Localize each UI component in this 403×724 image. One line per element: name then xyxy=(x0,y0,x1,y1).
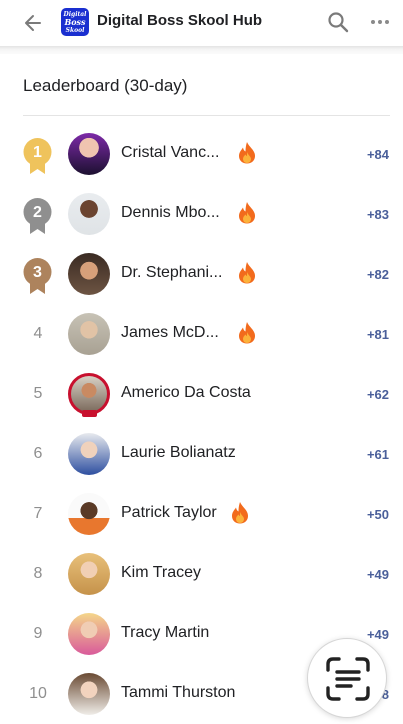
header-divider xyxy=(0,46,403,54)
avatar[interactable] xyxy=(68,493,110,535)
leaderboard-row[interactable]: 6 Laurie Bolianatz +61 xyxy=(0,424,403,484)
points-value: +49 xyxy=(366,567,389,582)
avatar[interactable] xyxy=(68,613,110,655)
fire-icon xyxy=(238,201,256,224)
leaderboard-row[interactable]: 3 Dr. Stephani... +82 xyxy=(0,244,403,304)
leaderboard-row[interactable]: 2 Dennis Mbo... +83 xyxy=(0,184,403,244)
app-logo[interactable]: Digital Boss Skool xyxy=(61,8,89,36)
points-value: +83 xyxy=(366,207,389,222)
avatar[interactable] xyxy=(68,553,110,595)
member-name[interactable]: Kim Tracey xyxy=(121,564,201,582)
rank-number: 1 xyxy=(33,144,42,161)
rank-number: 2 xyxy=(33,204,42,221)
member-name[interactable]: Dr. Stephani... xyxy=(121,264,222,282)
avatar[interactable] xyxy=(68,193,110,235)
rank-number: 3 xyxy=(33,264,42,281)
live-badge xyxy=(82,410,97,417)
scan-text-button[interactable] xyxy=(307,638,387,718)
member-name[interactable]: Dennis Mbo... xyxy=(121,204,220,222)
rank-number: 7 xyxy=(33,505,43,522)
fire-icon xyxy=(238,141,256,164)
leaderboard-row[interactable]: 4 James McD... +81 xyxy=(0,304,403,364)
top-bar: Digital Boss Skool Digital Boss Skool Hu… xyxy=(0,0,403,46)
points-value: +82 xyxy=(366,267,389,282)
member-name[interactable]: Cristal Vanc... xyxy=(121,144,219,162)
search-icon xyxy=(328,12,349,33)
logo-line-2: Boss xyxy=(64,16,86,27)
avatar[interactable] xyxy=(68,313,110,355)
rank-number: 5 xyxy=(33,385,43,402)
points-value: +50 xyxy=(366,507,389,522)
more-horizontal-icon xyxy=(371,20,375,24)
leaderboard-title: Leaderboard (30-day) xyxy=(23,76,188,95)
fire-icon xyxy=(231,501,249,524)
points-value: +81 xyxy=(366,327,389,342)
member-name[interactable]: Tracy Martin xyxy=(121,624,209,642)
more-dot xyxy=(385,20,389,24)
member-name[interactable]: Patrick Taylor xyxy=(121,504,217,522)
rank-number: 4 xyxy=(33,325,43,342)
arrow-left-icon xyxy=(25,15,41,31)
scan-text-icon xyxy=(326,657,370,701)
logo-line-3: Skool xyxy=(65,26,85,34)
leaderboard-row[interactable]: 1 Cristal Vanc... +84 xyxy=(0,124,403,184)
member-name[interactable]: Tammi Thurston xyxy=(121,684,235,702)
member-name[interactable]: Americo Da Costa xyxy=(121,384,251,402)
more-options-button[interactable] xyxy=(367,10,393,34)
more-dot xyxy=(378,20,382,24)
rank-number: 10 xyxy=(29,685,47,702)
points-value: +84 xyxy=(366,147,389,162)
fire-icon xyxy=(238,261,256,284)
avatar[interactable] xyxy=(68,433,110,475)
points-value: +62 xyxy=(366,387,389,402)
title-divider xyxy=(23,115,390,116)
search-button[interactable] xyxy=(326,10,350,34)
leaderboard-row[interactable]: 7 Patrick Taylor +50 xyxy=(0,484,403,544)
leaderboard-row[interactable]: 8 Kim Tracey +49 xyxy=(0,544,403,604)
rank-number: 8 xyxy=(33,565,43,582)
points-value: +49 xyxy=(366,627,389,642)
member-name[interactable]: James McD... xyxy=(121,324,219,342)
fire-icon xyxy=(238,321,256,344)
points-value: +61 xyxy=(366,447,389,462)
rank-number: 9 xyxy=(33,625,43,642)
avatar[interactable] xyxy=(68,373,110,415)
back-button[interactable] xyxy=(20,10,46,36)
app-title[interactable]: Digital Boss Skool Hub xyxy=(97,12,262,29)
avatar[interactable] xyxy=(68,673,110,715)
member-name[interactable]: Laurie Bolianatz xyxy=(121,444,236,462)
avatar[interactable] xyxy=(68,253,110,295)
rank-number: 6 xyxy=(33,445,43,462)
leaderboard-row[interactable]: 5 Americo Da Costa +62 xyxy=(0,364,403,424)
avatar[interactable] xyxy=(68,133,110,175)
